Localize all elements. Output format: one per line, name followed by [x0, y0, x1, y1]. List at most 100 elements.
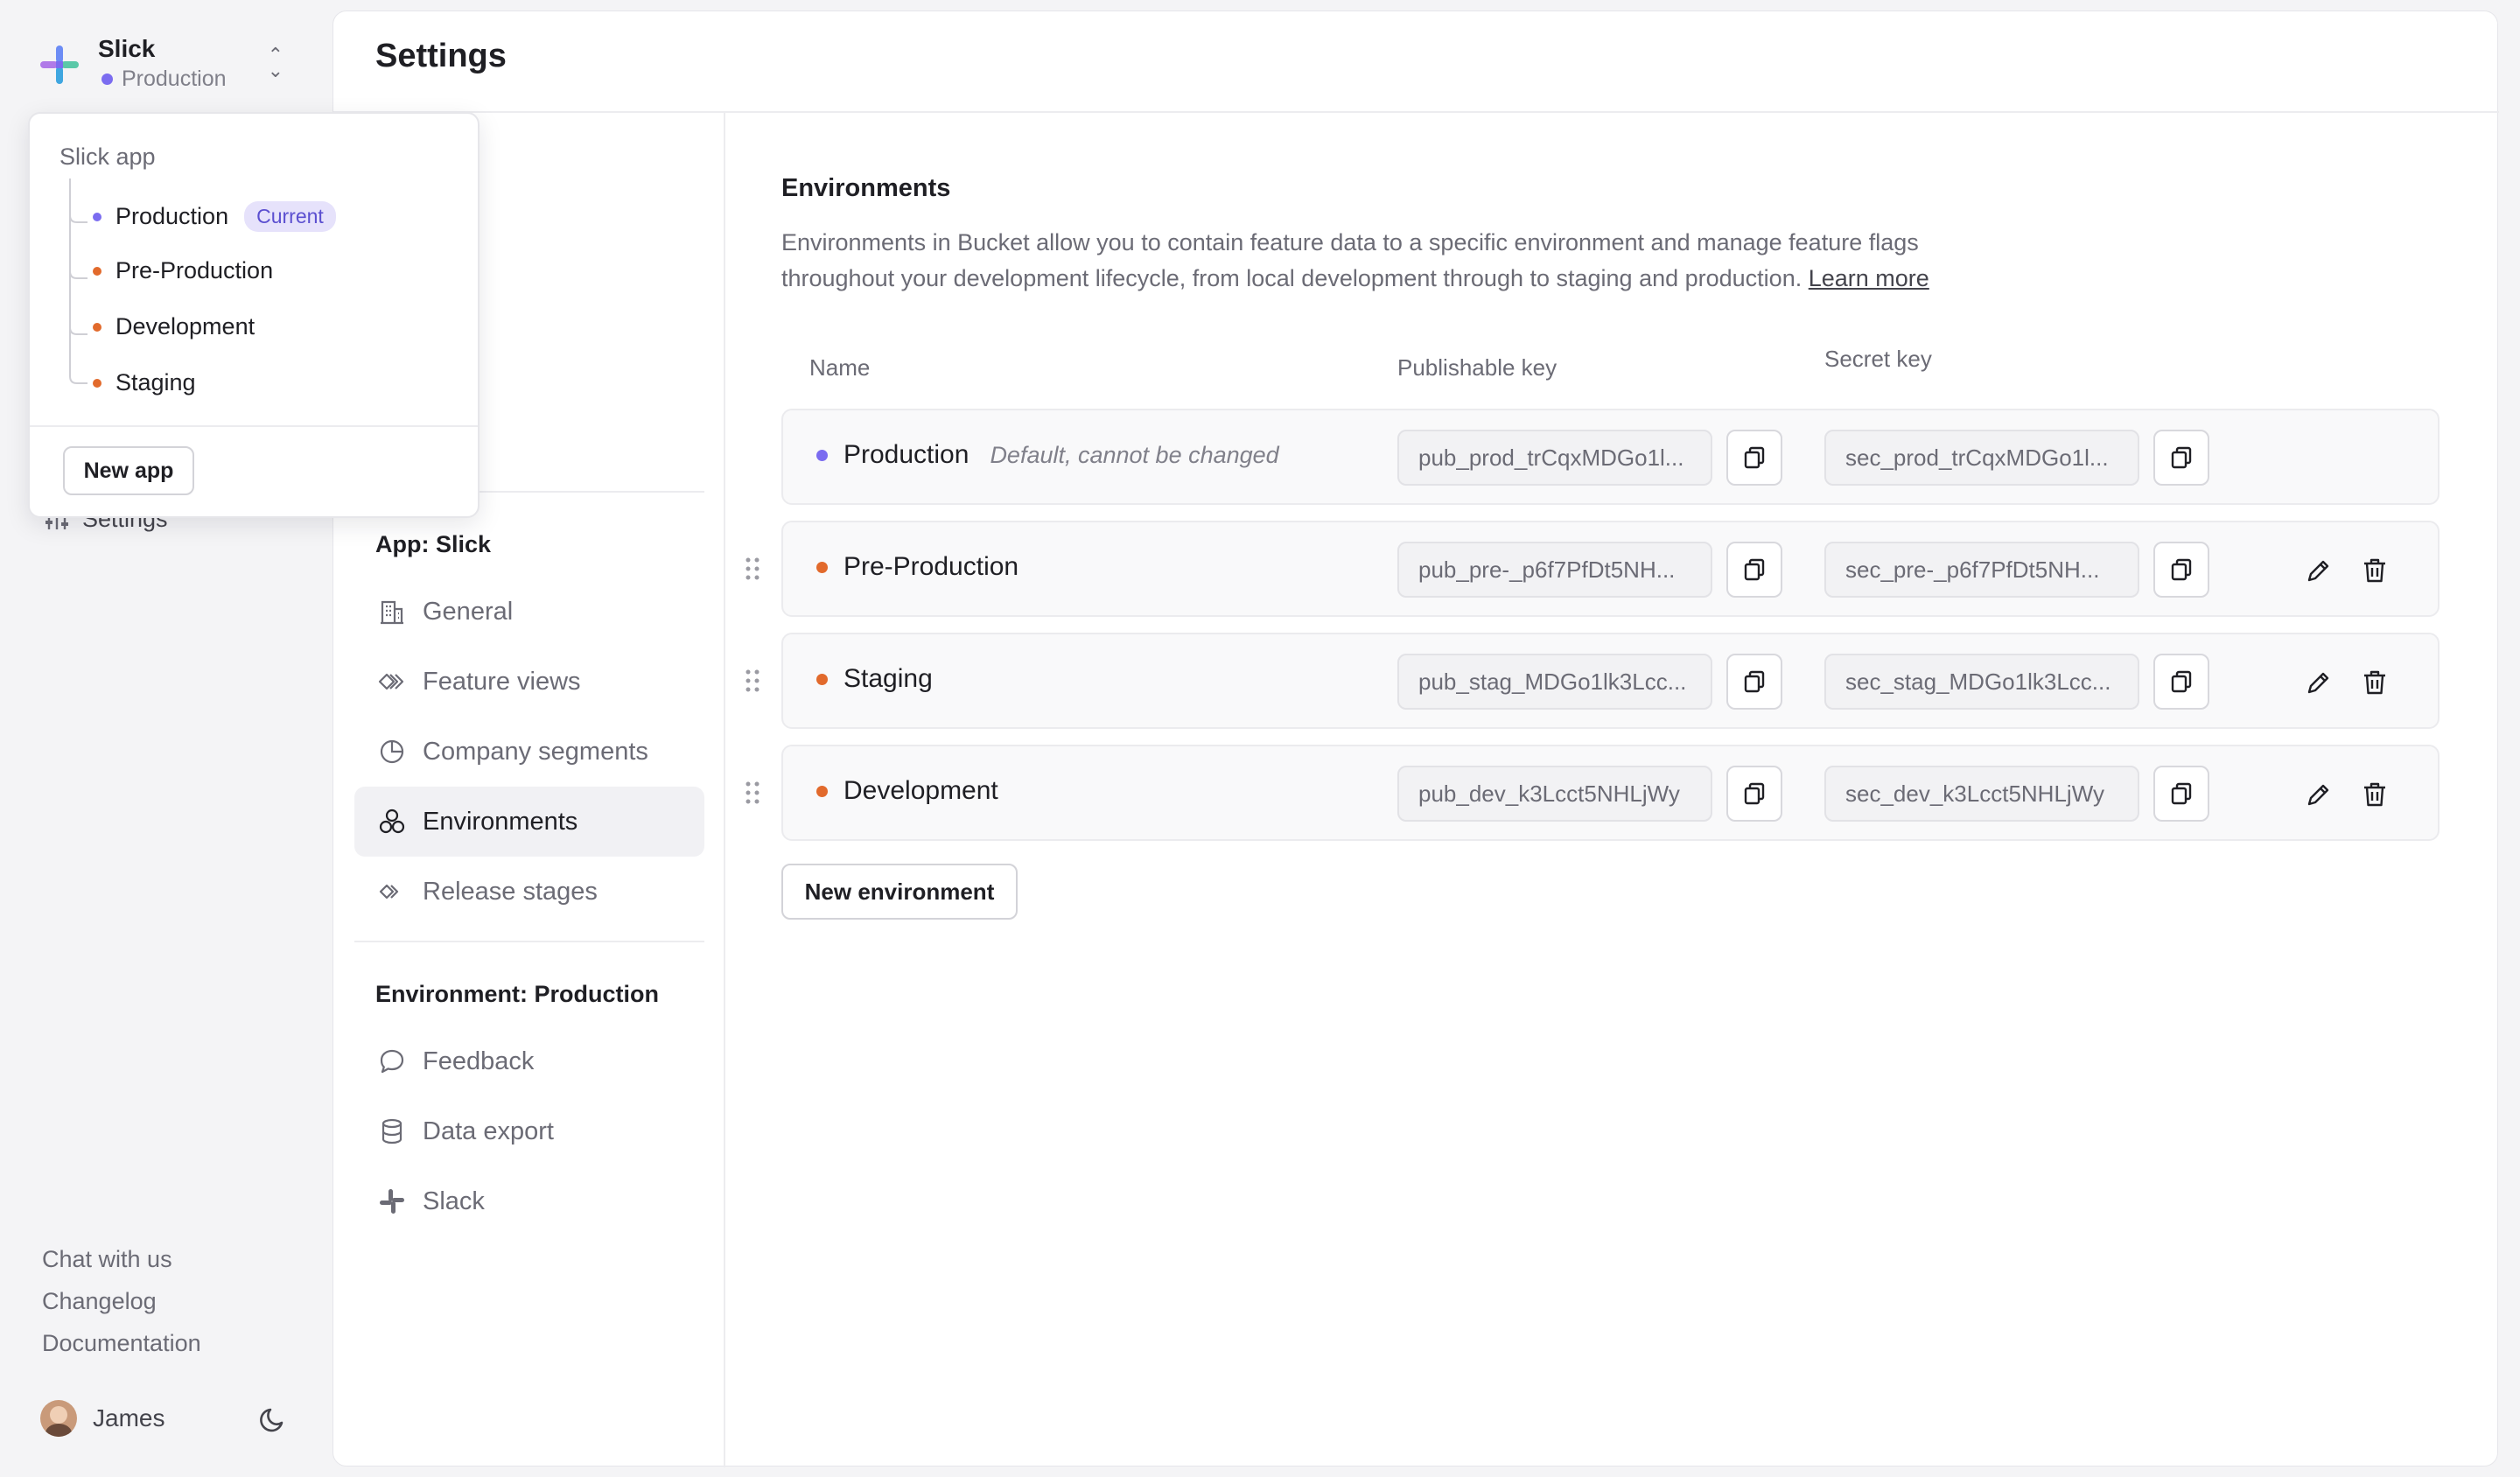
trash-icon[interactable] — [2360, 780, 2390, 809]
description-text: Environments in Bucket allow you to cont… — [781, 229, 1919, 291]
table-row: Production Default, cannot be changed pu… — [781, 409, 2440, 505]
chat-with-us-link[interactable]: Chat with us — [42, 1246, 172, 1273]
table-row: Development pub_dev_k3Lcct5NHLjWy sec_de… — [781, 745, 2440, 841]
app-logo-icon — [35, 40, 84, 89]
copy-secret-key-button[interactable] — [2153, 542, 2209, 598]
publishable-key-field[interactable]: pub_dev_k3Lcct5NHLjWy — [1397, 766, 1712, 822]
env-dot-icon — [816, 785, 828, 797]
nav-item-feature-views[interactable]: Feature views — [354, 647, 704, 717]
learn-more-link[interactable]: Learn more — [1809, 265, 1929, 291]
nav-item-feedback[interactable]: Feedback — [354, 1026, 704, 1096]
copy-icon — [1744, 446, 1765, 469]
env-name: Development — [816, 776, 998, 806]
environments-title: Environments — [781, 174, 951, 202]
publishable-key-field[interactable]: pub_prod_trCqxMDGo1l... — [1397, 430, 1712, 486]
env-name-label: Staging — [844, 664, 933, 693]
publishable-key-field[interactable]: pub_stag_MDGo1lk3Lcc... — [1397, 654, 1712, 710]
nav-section-app: App: Slick — [375, 531, 492, 557]
popup-env-label: Development — [116, 313, 256, 340]
publishable-key-field[interactable]: pub_pre-_p6f7PfDt5NH... — [1397, 542, 1712, 598]
trash-icon[interactable] — [2360, 668, 2390, 697]
copy-icon — [2171, 782, 2192, 805]
chat-bubble-icon — [380, 1049, 404, 1074]
database-icon — [382, 1118, 402, 1144]
env-name: Staging — [816, 664, 933, 694]
edit-pencil-icon[interactable] — [2304, 780, 2334, 809]
copy-secret-key-button[interactable] — [2153, 654, 2209, 710]
page-title: Settings — [375, 38, 507, 74]
copy-icon — [1744, 782, 1765, 805]
release-stages-icon — [379, 884, 399, 900]
nav-separator — [354, 941, 704, 942]
nav-item-company-segments[interactable]: Company segments — [354, 717, 704, 787]
new-environment-button[interactable]: New environment — [781, 864, 1018, 920]
app-switcher[interactable]: Slick Production ⌃ ⌄ — [35, 32, 298, 98]
env-dot-icon — [93, 322, 102, 332]
nav-item-slack[interactable]: Slack — [354, 1166, 704, 1236]
nav-item-release-stages[interactable]: Release stages — [354, 857, 704, 927]
table-row: Pre-Production pub_pre-_p6f7PfDt5NH... s… — [781, 521, 2440, 617]
copy-icon — [2171, 558, 2192, 581]
copy-icon — [2171, 446, 2192, 469]
env-name: Pre-Production — [816, 552, 1018, 582]
copy-publishable-key-button[interactable] — [1726, 430, 1782, 486]
changelog-link[interactable]: Changelog — [42, 1288, 157, 1315]
edit-pencil-icon[interactable] — [2304, 556, 2334, 585]
column-header-publishable-key: Publishable key — [1397, 354, 1558, 381]
app-name: Slick — [98, 35, 156, 62]
moon-icon[interactable] — [257, 1404, 289, 1435]
secret-key-field[interactable]: sec_stag_MDGo1lk3Lcc... — [1824, 654, 2139, 710]
nav-item-general-label: General — [423, 597, 514, 626]
drag-handle-icon[interactable] — [742, 778, 763, 808]
env-dot-icon — [816, 561, 828, 573]
building-icon — [381, 600, 403, 625]
secret-key-field[interactable]: sec_prod_trCqxMDGo1l... — [1824, 430, 2139, 486]
nav-item-company-segments-label: Company segments — [423, 737, 648, 766]
popup-env-staging[interactable]: Staging — [93, 369, 196, 396]
env-name-label: Pre-Production — [844, 552, 1019, 581]
secret-key-field[interactable]: sec_dev_k3Lcct5NHLjWy — [1824, 766, 2139, 822]
app-env-label: Production — [122, 66, 227, 91]
nav-item-environments[interactable]: Environments — [354, 787, 704, 857]
nav-divider — [724, 113, 725, 1467]
env-dot-icon — [93, 212, 102, 221]
documentation-link[interactable]: Documentation — [42, 1330, 201, 1357]
env-dot-icon — [816, 673, 828, 685]
edit-pencil-icon[interactable] — [2304, 668, 2334, 697]
popup-env-label: Pre-Production — [116, 257, 274, 284]
chevron-up-down-icon: ⌃ ⌄ — [267, 44, 284, 81]
copy-icon — [1744, 670, 1765, 693]
nav-item-environments-label: Environments — [423, 807, 578, 836]
copy-publishable-key-button[interactable] — [1726, 654, 1782, 710]
column-header-secret-key: Secret key — [1824, 346, 1932, 372]
main-panel: Settings ion ral g App: Slick General Fe… — [332, 10, 2499, 1467]
nav-item-general[interactable]: General — [354, 577, 704, 647]
popup-separator — [30, 425, 478, 427]
diamonds-icon — [378, 673, 404, 690]
copy-publishable-key-button[interactable] — [1726, 542, 1782, 598]
drag-handle-icon[interactable] — [742, 554, 763, 584]
env-note: Default, cannot be changed — [990, 441, 1279, 468]
avatar — [40, 1400, 77, 1437]
env-name: Production Default, cannot be changed — [816, 440, 1279, 470]
nav-item-data-export[interactable]: Data export — [354, 1096, 704, 1166]
env-dot-icon — [93, 378, 102, 388]
nav-item-feature-views-label: Feature views — [423, 667, 581, 696]
popup-env-development[interactable]: Development — [93, 313, 255, 340]
env-dot-icon — [93, 266, 102, 276]
app-switcher-popup: Slick app Production Current Pre-Product… — [28, 112, 480, 518]
popup-env-pre-production[interactable]: Pre-Production — [93, 257, 273, 284]
env-dot-icon — [816, 449, 828, 461]
copy-icon — [2171, 670, 2192, 693]
drag-handle-icon[interactable] — [742, 666, 763, 696]
user-menu[interactable]: James — [40, 1400, 164, 1437]
popup-env-production[interactable]: Production Current — [93, 201, 336, 232]
copy-publishable-key-button[interactable] — [1726, 766, 1782, 822]
secret-key-field[interactable]: sec_pre-_p6f7PfDt5NH... — [1824, 542, 2139, 598]
trash-icon[interactable] — [2360, 556, 2390, 585]
new-app-button[interactable]: New app — [63, 446, 194, 495]
copy-secret-key-button[interactable] — [2153, 430, 2209, 486]
copy-secret-key-button[interactable] — [2153, 766, 2209, 822]
nav-item-data-export-label: Data export — [423, 1116, 554, 1145]
table-row: Staging pub_stag_MDGo1lk3Lcc... sec_stag… — [781, 633, 2440, 729]
